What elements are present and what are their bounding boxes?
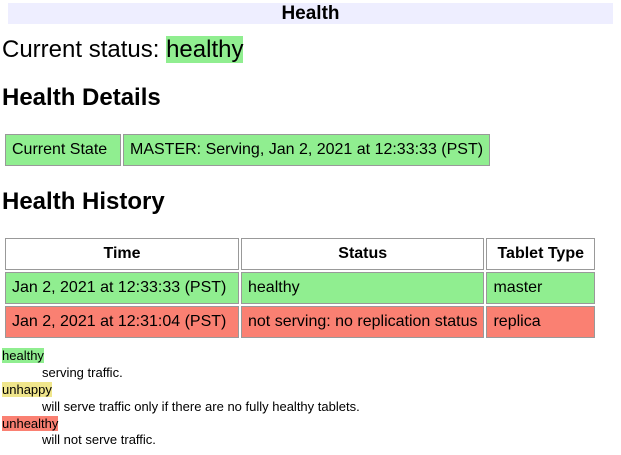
column-header-tablet-type: Tablet Type xyxy=(486,238,595,270)
health-history-table: Time Status Tablet Type Jan 2, 2021 at 1… xyxy=(3,236,597,340)
history-row: Jan 2, 2021 at 12:31:04 (PST) not servin… xyxy=(5,306,595,338)
health-details-table: Current State MASTER: Serving, Jan 2, 20… xyxy=(3,132,492,168)
column-header-status: Status xyxy=(241,238,484,270)
legend-term: unhappy xyxy=(2,382,621,399)
status-cell: not serving: no replication status xyxy=(241,306,484,338)
tablet-type-cell: replica xyxy=(486,306,595,338)
page-header: Health xyxy=(8,3,613,24)
legend-term-healthy: healthy xyxy=(2,348,44,363)
legend-term: unhealthy xyxy=(2,416,621,433)
current-state-value-cell: MASTER: Serving, Jan 2, 2021 at 12:33:33… xyxy=(123,134,490,166)
legend-term-unhealthy: unhealthy xyxy=(2,416,58,431)
history-row: Jan 2, 2021 at 12:33:33 (PST) healthy ma… xyxy=(5,272,595,304)
health-details-heading: Health Details xyxy=(2,84,621,112)
time-cell: Jan 2, 2021 at 12:33:33 (PST) xyxy=(5,272,239,304)
time-cell: Jan 2, 2021 at 12:31:04 (PST) xyxy=(5,306,239,338)
current-state-label-cell: Current State xyxy=(5,134,121,166)
health-history-heading: Health History xyxy=(2,188,621,216)
current-status-label: Current status: xyxy=(2,36,159,63)
health-details-row: Current State MASTER: Serving, Jan 2, 20… xyxy=(5,134,490,166)
current-status-badge: healthy xyxy=(166,36,243,63)
column-header-time: Time xyxy=(5,238,239,270)
history-header-row: Time Status Tablet Type xyxy=(5,238,595,270)
current-status-line: Current status: healthy xyxy=(2,36,621,64)
page-title: Health xyxy=(281,3,339,24)
legend: healthy serving traffic. unhappy will se… xyxy=(2,348,621,449)
legend-term: healthy xyxy=(2,348,621,365)
legend-description: will not serve traffic. xyxy=(42,432,621,449)
legend-term-unhappy: unhappy xyxy=(2,382,52,397)
legend-description: serving traffic. xyxy=(42,365,621,382)
tablet-type-cell: master xyxy=(486,272,595,304)
status-cell: healthy xyxy=(241,272,484,304)
legend-description: will serve traffic only if there are no … xyxy=(42,399,621,416)
